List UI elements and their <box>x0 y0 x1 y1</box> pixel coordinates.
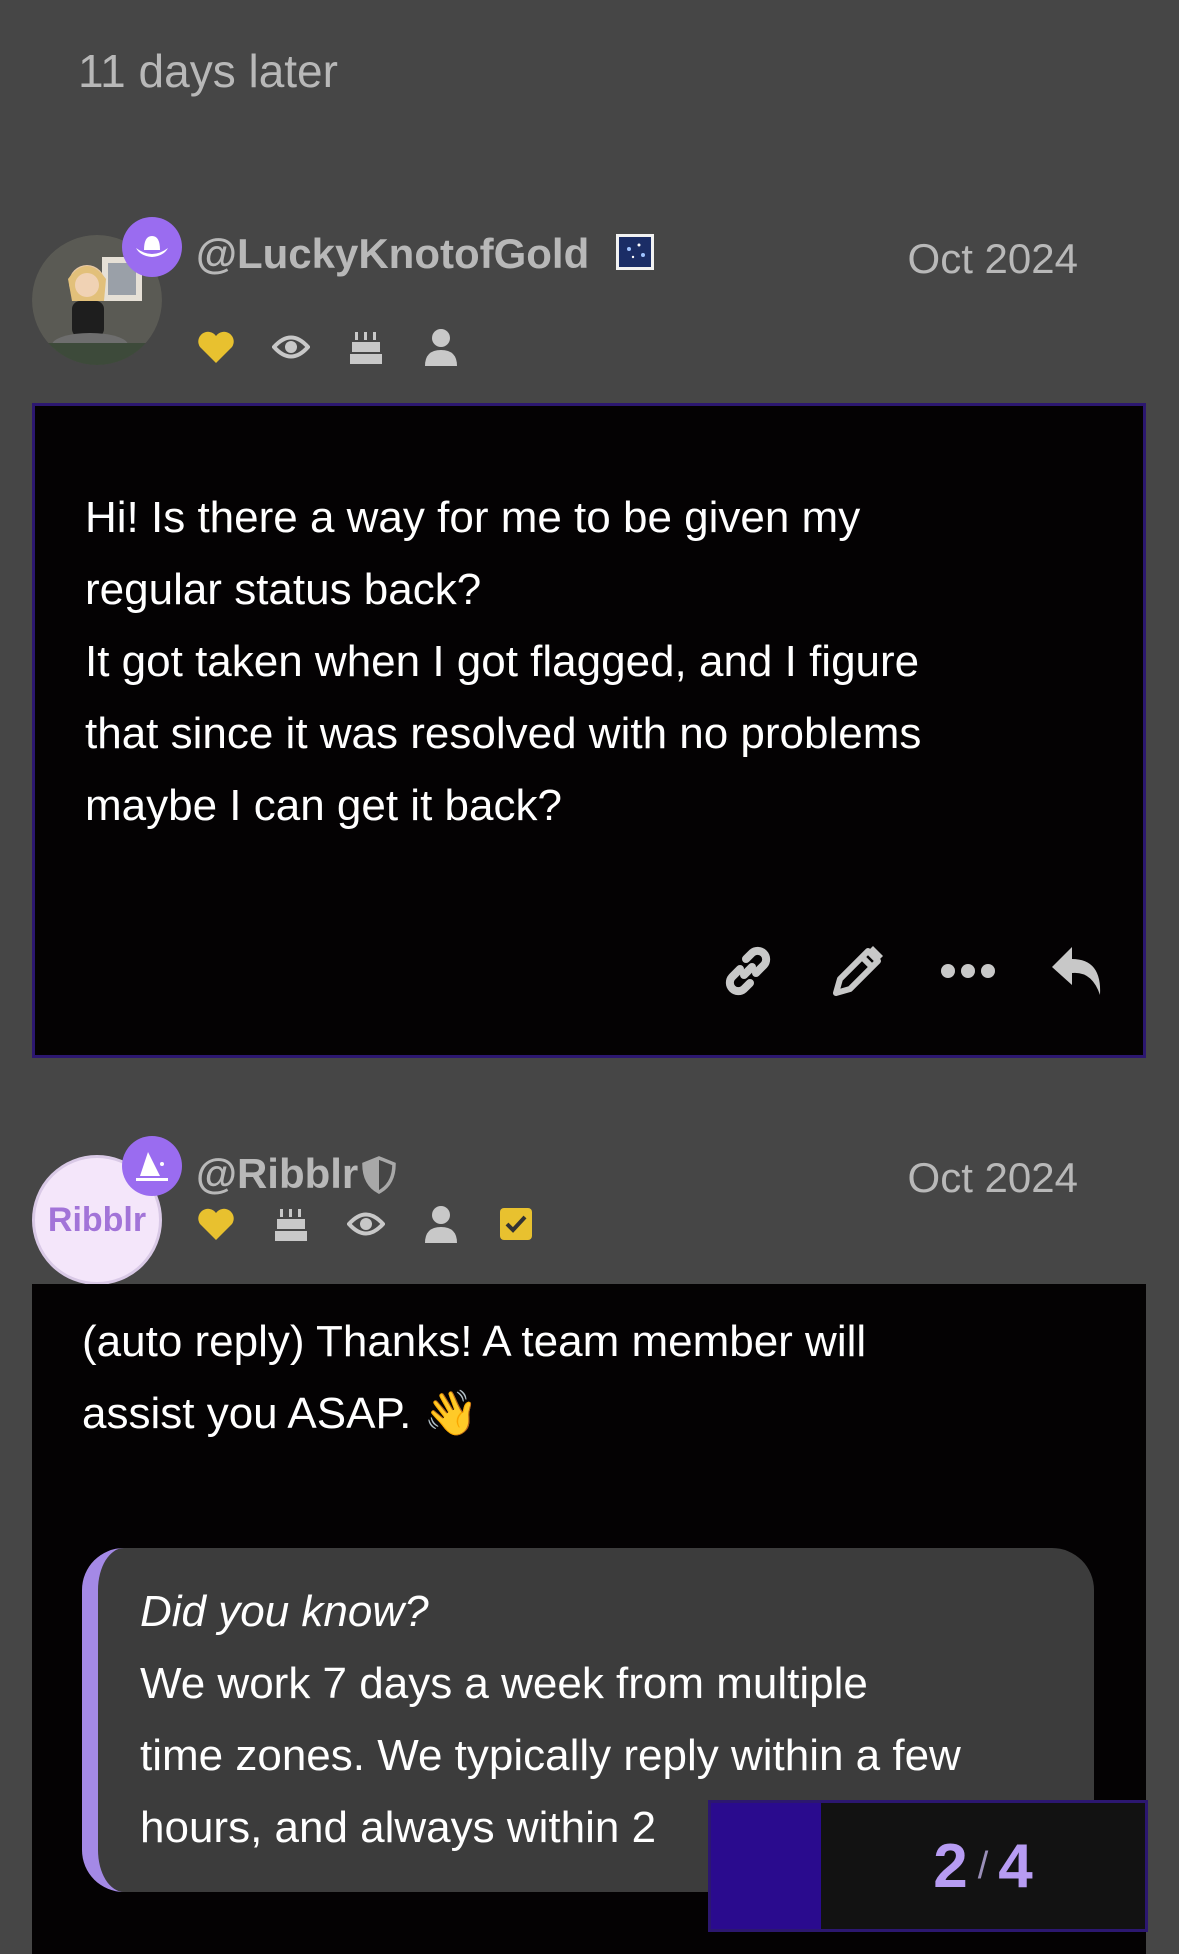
post-text-line: Hi! Is there a way for me to be given my <box>85 493 861 542</box>
wizard-hat-icon <box>136 1152 168 1181</box>
post-text-line: maybe I can get it back? <box>85 781 562 830</box>
more-options-button[interactable] <box>933 936 1003 1006</box>
user-title-badge <box>122 1136 182 1196</box>
post-actions <box>673 936 1113 1006</box>
checkbox-icon <box>496 1204 536 1244</box>
post-text: Hi! Is there a way for me to be given my… <box>85 482 1093 842</box>
user-flair-row <box>196 327 496 367</box>
avatar-logo-text: Ribblr <box>47 1200 147 1239</box>
more-icon <box>941 964 995 978</box>
cake-icon <box>271 1204 311 1244</box>
progress-total: 4 <box>998 1831 1033 1901</box>
copy-link-button[interactable] <box>713 936 783 1006</box>
post-username[interactable]: @Ribblr <box>196 1150 358 1198</box>
user-icon <box>421 327 461 367</box>
post-date[interactable]: Oct 2024 <box>908 1154 1078 1202</box>
edit-icon <box>833 946 883 996</box>
post-text-line: that since it was resolved with no probl… <box>85 709 922 758</box>
eye-icon <box>346 1204 386 1244</box>
user-flair-row <box>196 1204 571 1244</box>
time-gap-label: 11 days later <box>78 45 338 97</box>
callout-line: time zones. We typically reply within a … <box>140 1731 961 1780</box>
heart-icon <box>196 1204 236 1244</box>
post-text-line: regular status back? <box>85 565 482 614</box>
post-text: (auto reply) Thanks! A team member will … <box>82 1306 1096 1450</box>
user-title-badge <box>122 217 182 277</box>
progress-current: 2 <box>933 1831 968 1901</box>
reply-icon <box>1052 947 1101 995</box>
post-text-line: It got taken when I got flagged, and I f… <box>85 637 920 686</box>
post-text-line: assist you ASAP. 👋 <box>82 1389 479 1438</box>
eye-icon <box>271 327 311 367</box>
cake-icon <box>346 327 386 367</box>
reply-button[interactable] <box>1043 936 1113 1006</box>
post-body-1: Hi! Is there a way for me to be given my… <box>32 403 1146 1058</box>
progress-count: 2 / 4 <box>821 1803 1145 1929</box>
callout-line: We work 7 days a week from multiple <box>140 1659 868 1708</box>
post-text-line: (auto reply) Thanks! A team member will <box>82 1317 867 1366</box>
progress-separator: / <box>977 1844 989 1887</box>
edit-button[interactable] <box>823 936 893 1006</box>
topic-progress-indicator[interactable]: 2 / 4 <box>708 1800 1148 1932</box>
post-username[interactable]: @LuckyKnotofGold <box>196 230 589 278</box>
user-icon <box>421 1204 461 1244</box>
user-flag-icon <box>616 234 654 270</box>
link-icon <box>725 946 771 996</box>
shield-icon <box>362 1156 396 1199</box>
heart-icon <box>196 327 236 367</box>
post-date[interactable]: Oct 2024 <box>908 235 1078 283</box>
callout-title: Did you know? <box>140 1587 429 1636</box>
cowboy-hat-icon <box>136 236 168 257</box>
progress-fill <box>711 1803 821 1929</box>
